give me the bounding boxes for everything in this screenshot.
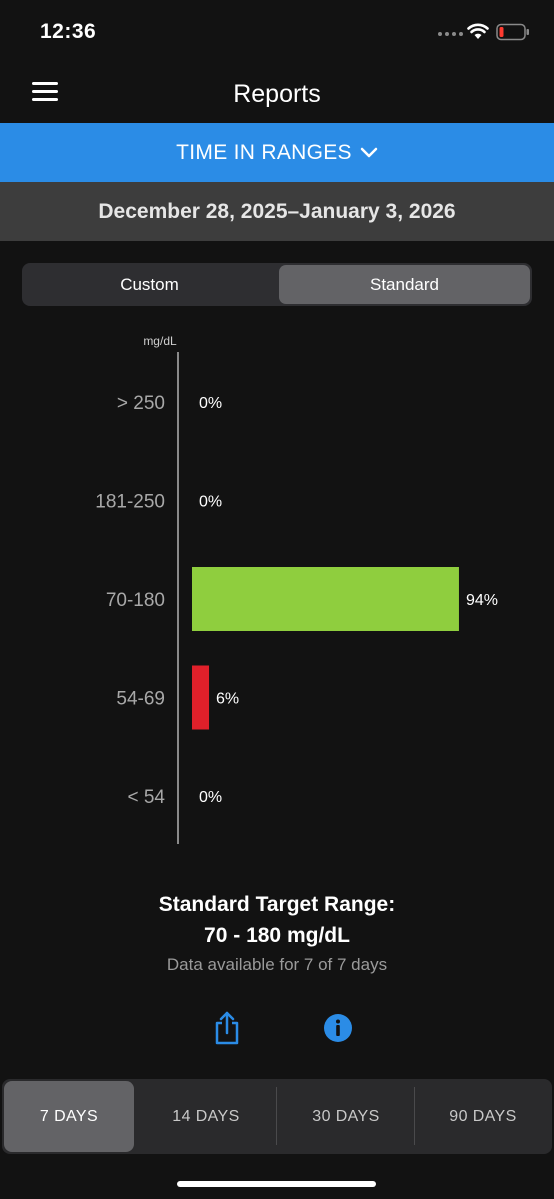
segment-custom[interactable]: Custom (24, 265, 275, 304)
target-range-value: 70 - 180 mg/dL (204, 924, 350, 947)
wifi-icon (467, 23, 489, 39)
percent-label: 0% (199, 789, 222, 806)
day-range-tabs: 7 DAYS 14 DAYS 30 DAYS 90 DAYS (2, 1079, 552, 1154)
chevron-down-icon (360, 147, 378, 157)
page-title: Reports (233, 80, 321, 108)
report-type-selector[interactable]: TIME IN RANGES (0, 123, 554, 182)
tab-30-days[interactable]: 30 DAYS (278, 1081, 414, 1152)
home-indicator (177, 1181, 376, 1187)
date-range: December 28, 2025–January 3, 2026 (98, 199, 456, 223)
cellular-signal-icon (438, 32, 463, 36)
info-icon[interactable] (323, 1013, 353, 1043)
tab-divider (276, 1087, 277, 1145)
battery-icon (496, 23, 529, 41)
percent-label: 0% (199, 494, 222, 511)
range-type-segmented-control: Custom Standard (22, 263, 532, 306)
range-bar (192, 567, 459, 631)
tab-7-days[interactable]: 7 DAYS (4, 1081, 134, 1152)
unit-label: mg/dL (143, 334, 177, 348)
tab-14-days[interactable]: 14 DAYS (138, 1081, 274, 1152)
data-availability-text: Data available for 7 of 7 days (166, 955, 388, 974)
status-bar: 12:36 (0, 0, 554, 62)
percent-label: 0% (199, 395, 222, 412)
navigation-bar: Reports (0, 62, 554, 124)
range-bar (192, 665, 210, 730)
range-label: 54-69 (116, 689, 165, 710)
segment-standard[interactable]: Standard (279, 265, 530, 304)
status-time: 12:36 (40, 20, 97, 43)
range-label: 181-250 (95, 492, 165, 513)
range-label: > 250 (117, 393, 165, 414)
share-icon[interactable] (212, 1010, 242, 1046)
percent-label: 94% (466, 592, 498, 609)
range-label: 70-180 (106, 590, 165, 611)
tab-divider (414, 1087, 415, 1145)
date-range-band: December 28, 2025–January 3, 2026 (0, 182, 554, 241)
target-range-title: Standard Target Range: (158, 893, 396, 916)
tab-90-days[interactable]: 90 DAYS (416, 1081, 550, 1152)
report-type-label: TIME IN RANGES (176, 140, 352, 164)
percent-label: 6% (216, 691, 239, 708)
time-in-ranges-chart: mg/dL > 250 0% 181-250 0% 70-180 94% 54-69 6% < 5… (95, 334, 498, 844)
range-label: < 54 (127, 787, 165, 808)
